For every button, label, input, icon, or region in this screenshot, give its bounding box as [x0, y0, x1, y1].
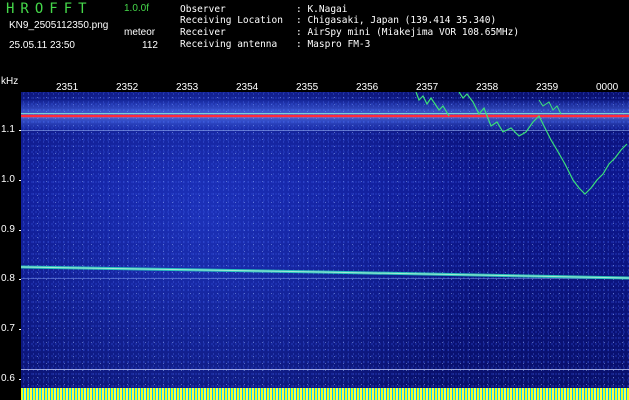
- info-antenna-value: : Maspro FM-3: [296, 39, 371, 50]
- y-tick-label: 0.9: [1, 224, 15, 235]
- meteor-count: 112: [142, 40, 158, 51]
- aircraft-trace: [458, 92, 628, 195]
- info-receiver-value: : AirSpy mini (Miakejima VOR 108.65MHz): [296, 27, 520, 38]
- y-tick-label: 0.7: [1, 323, 15, 334]
- info-observer-value: : K.Nagai: [296, 4, 348, 15]
- signal-traces: [21, 92, 629, 280]
- meteor-label: meteor: [124, 27, 156, 38]
- aircraft-trace: [538, 99, 562, 115]
- y-tick-label: 0.8: [1, 273, 15, 284]
- aircraft-trace: [415, 92, 450, 117]
- info-antenna-label: Receiving antenna: [180, 39, 278, 50]
- signal-strength-bar: [21, 388, 629, 400]
- header-panel: HROFFT 1.0.0f KN9_2505112350.png meteor …: [0, 0, 629, 74]
- spectrogram-plot: [21, 92, 629, 400]
- app-logo: HROFFT: [6, 1, 93, 17]
- info-observer-label: Observer: [180, 4, 226, 15]
- info-receiver-label: Receiver: [180, 27, 226, 38]
- version-label: 1.0.0f: [124, 3, 150, 14]
- y-tick-label: 1.1: [1, 124, 15, 135]
- info-location-value: : Chigasaki, Japan (139.414 35.340): [296, 15, 497, 26]
- y-tick-label: 0.6: [1, 373, 15, 384]
- y-axis-unit: kHz: [1, 76, 19, 87]
- filename-label: KN9_2505112350.png: [9, 20, 109, 31]
- y-tick-label: 1.0: [1, 174, 15, 185]
- drift-band-core: [21, 266, 629, 279]
- info-location-label: Receiving Location: [180, 15, 283, 26]
- datetime-label: 25.05.11 23:50: [9, 40, 75, 51]
